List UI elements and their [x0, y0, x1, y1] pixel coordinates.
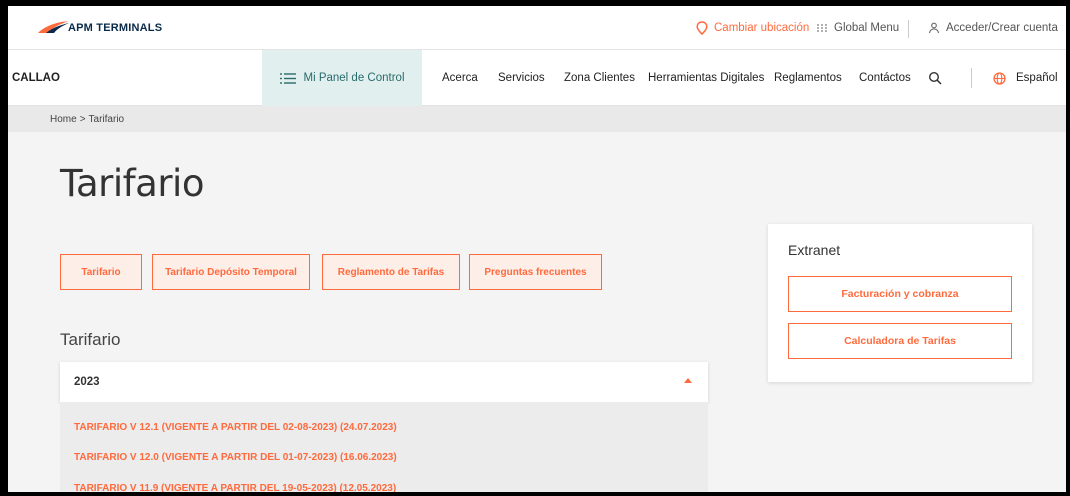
nav-item-servicios[interactable]: Servicios — [498, 50, 545, 106]
change-location-link[interactable]: Cambiar ubicación — [696, 6, 809, 50]
tab-preguntas-frecuentes[interactable]: Preguntas frecuentes — [469, 254, 602, 290]
breadcrumb-home[interactable]: Home — [50, 114, 77, 125]
account-link[interactable]: Acceder/Crear cuenta — [928, 6, 1058, 50]
accordion-header-2023[interactable]: 2023 — [60, 362, 708, 402]
breadcrumb-separator: > — [79, 113, 86, 125]
user-icon — [928, 22, 940, 34]
change-location-label: Cambiar ubicación — [714, 22, 810, 34]
page-title: Tarifario — [60, 162, 204, 205]
caret-up-icon — [684, 378, 692, 383]
language-selector[interactable]: Español — [993, 50, 1058, 106]
main-nav: CALLAO Mi Panel de Control Acerca Servic… — [8, 50, 1066, 106]
nav-item-reglamentos[interactable]: Reglamentos — [774, 50, 842, 106]
nav-item-zona-clientes[interactable]: Zona Clientes — [564, 50, 635, 106]
location-pin-icon — [696, 21, 708, 35]
tab-tarifario[interactable]: Tarifario — [60, 254, 142, 290]
extranet-title: Extranet — [788, 242, 841, 258]
tarifario-link[interactable]: TARIFARIO V 12.1 (VIGENTE A PARTIR DEL 0… — [74, 422, 397, 433]
extranet-card: Extranet Facturación y cobranza Calculad… — [768, 224, 1032, 382]
utility-divider — [908, 20, 909, 38]
logo-swoosh-icon — [38, 21, 69, 33]
billing-button[interactable]: Facturación y cobranza — [788, 276, 1012, 312]
nav-divider — [971, 68, 972, 88]
utility-bar: APM TERMINALS Cambiar ubicación Global M… — [8, 6, 1066, 50]
logo-text: APM TERMINALS — [68, 22, 163, 34]
grid-dots-icon — [817, 24, 827, 32]
account-label: Acceder/Crear cuenta — [946, 22, 1058, 34]
apm-terminals-logo[interactable]: APM TERMINALS — [36, 20, 162, 34]
terminal-location: CALLAO — [12, 72, 60, 84]
tab-tarifario-deposito-temporal[interactable]: Tarifario Depósito Temporal — [152, 254, 310, 290]
globe-icon — [993, 71, 1006, 85]
rate-calculator-button[interactable]: Calculadora de Tarifas — [788, 323, 1012, 359]
tab-reglamento-de-tarifas[interactable]: Reglamento de Tarifas — [322, 254, 460, 290]
list-menu-icon — [279, 72, 296, 84]
global-menu-label: Global Menu — [834, 22, 900, 34]
nav-item-contactos[interactable]: Contáctos — [859, 50, 911, 106]
control-panel-label: Mi Panel de Control — [303, 72, 405, 84]
browser-page: APM TERMINALS Cambiar ubicación Global M… — [8, 6, 1066, 492]
nav-item-herramientas-digitales[interactable]: Herramientas Digitales — [648, 50, 764, 106]
tarifario-link[interactable]: TARIFARIO V 11.9 (VIGENTE A PARTIR DEL 1… — [74, 483, 396, 492]
breadcrumb-current: Tarifario — [88, 113, 125, 125]
tarifario-link[interactable]: TARIFARIO V 12.0 (VIGENTE A PARTIR DEL 0… — [74, 452, 397, 463]
section-title: Tarifario — [60, 330, 121, 349]
nav-item-acerca[interactable]: Acerca — [442, 50, 478, 106]
control-panel-button[interactable]: Mi Panel de Control — [262, 50, 422, 106]
breadcrumb: Home > Tarifario — [8, 106, 1066, 132]
global-menu-link[interactable]: Global Menu — [816, 6, 899, 50]
search-icon — [928, 71, 942, 85]
language-label: Español — [1016, 72, 1058, 84]
accordion-year: 2023 — [74, 376, 100, 388]
accordion-body: TARIFARIO V 12.1 (VIGENTE A PARTIR DEL 0… — [60, 402, 708, 492]
search-button[interactable] — [928, 50, 942, 106]
